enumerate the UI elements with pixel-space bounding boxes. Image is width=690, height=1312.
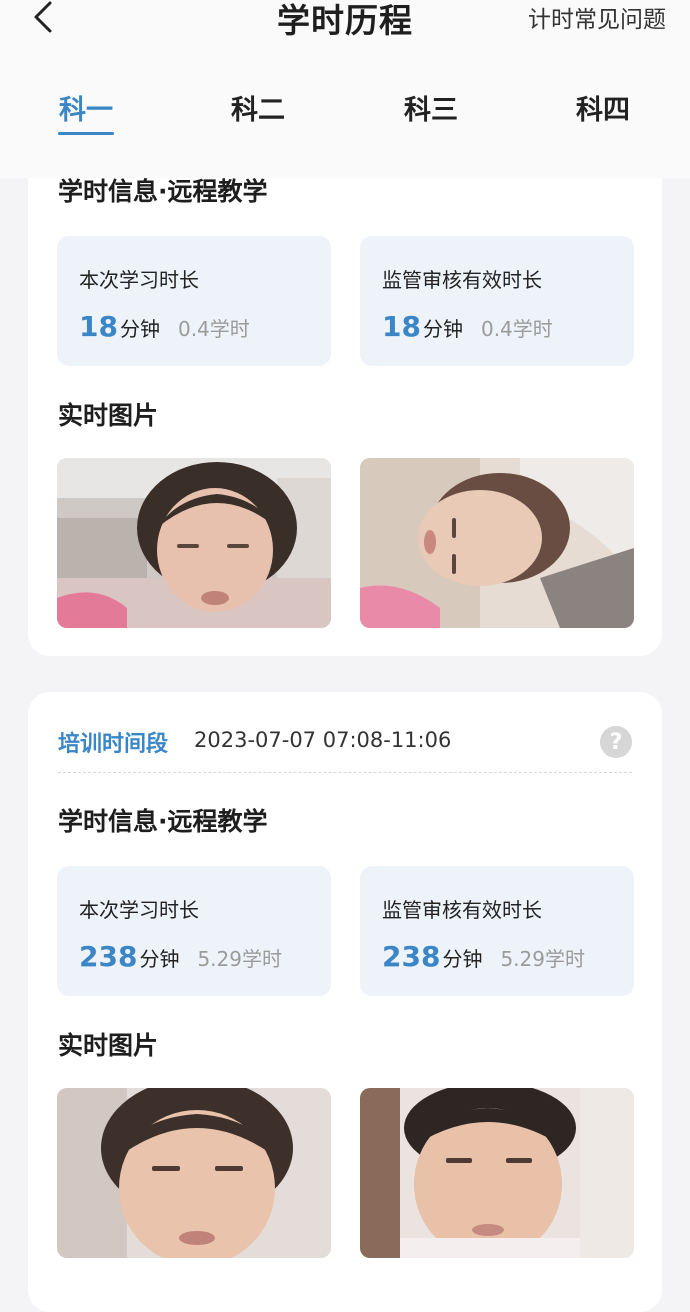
face-photo-image <box>360 458 634 628</box>
live-photo[interactable] <box>360 1088 634 1258</box>
study-minutes-unit: 分钟 <box>139 947 180 971</box>
verified-minutes: 18 <box>382 310 421 343</box>
photos-section-title: 实时图片 <box>58 401 159 430</box>
study-minutes: 238 <box>79 940 138 973</box>
subject-tabs: 科一 科二 科三 科四 <box>0 88 690 148</box>
verified-minutes-unit: 分钟 <box>442 947 483 971</box>
live-photo[interactable] <box>57 1088 331 1258</box>
verified-minutes-unit: 分钟 <box>422 317 463 341</box>
live-photo[interactable] <box>57 458 331 628</box>
info-section-title: 学时信息·远程教学 <box>58 807 268 836</box>
face-photo-image <box>57 458 331 628</box>
verified-duration-label: 监管审核有效时长 <box>382 268 542 292</box>
verified-duration-box: 监管审核有效时长 238 分钟 5.29学时 <box>360 866 634 996</box>
face-photo-image <box>57 1088 331 1258</box>
record-card-1: 学时信息·远程教学 本次学习时长 18 分钟 0.4学时 监管审核有效时长 18 分钟… <box>28 120 662 656</box>
study-hours: 5.29学时 <box>197 947 282 971</box>
record-card-2: 培训时间段 2023-07-07 07:08-11:06 ? 学时信息·远程教学… <box>28 692 662 1312</box>
verified-hours: 5.29学时 <box>500 947 585 971</box>
study-minutes: 18 <box>79 310 118 343</box>
training-period-row: 培训时间段 2023-07-07 07:08-11:06 ? <box>58 726 632 766</box>
study-duration-label: 本次学习时长 <box>79 268 199 292</box>
divider <box>58 772 632 773</box>
verified-duration-label: 监管审核有效时长 <box>382 898 542 922</box>
study-duration-label: 本次学习时长 <box>79 898 199 922</box>
live-photo[interactable] <box>360 458 634 628</box>
question-circle-icon[interactable]: ? <box>600 726 632 758</box>
verified-duration-box: 监管审核有效时长 18 分钟 0.4学时 <box>360 236 634 366</box>
study-hours: 0.4学时 <box>177 317 250 341</box>
top-header: 学时历程 计时常见问题 科一 科二 科三 科四 <box>0 0 690 178</box>
timing-faq-link[interactable]: 计时常见问题 <box>528 0 666 34</box>
study-duration-box: 本次学习时长 238 分钟 5.29学时 <box>57 866 331 996</box>
active-tab-indicator <box>58 132 114 135</box>
tab-subject-3[interactable]: 科三 <box>381 88 481 127</box>
verified-hours: 0.4学时 <box>480 317 553 341</box>
study-duration-box: 本次学习时长 18 分钟 0.4学时 <box>57 236 331 366</box>
training-period-value: 2023-07-07 07:08-11:06 <box>194 728 452 752</box>
tab-subject-1[interactable]: 科一 <box>36 88 136 127</box>
verified-minutes: 238 <box>382 940 441 973</box>
study-minutes-unit: 分钟 <box>119 317 160 341</box>
tab-subject-2[interactable]: 科二 <box>208 88 308 127</box>
face-photo-image <box>360 1088 634 1258</box>
training-period-label: 培训时间段 <box>58 732 169 757</box>
tab-subject-4[interactable]: 科四 <box>553 88 653 127</box>
photos-section-title: 实时图片 <box>58 1031 159 1060</box>
